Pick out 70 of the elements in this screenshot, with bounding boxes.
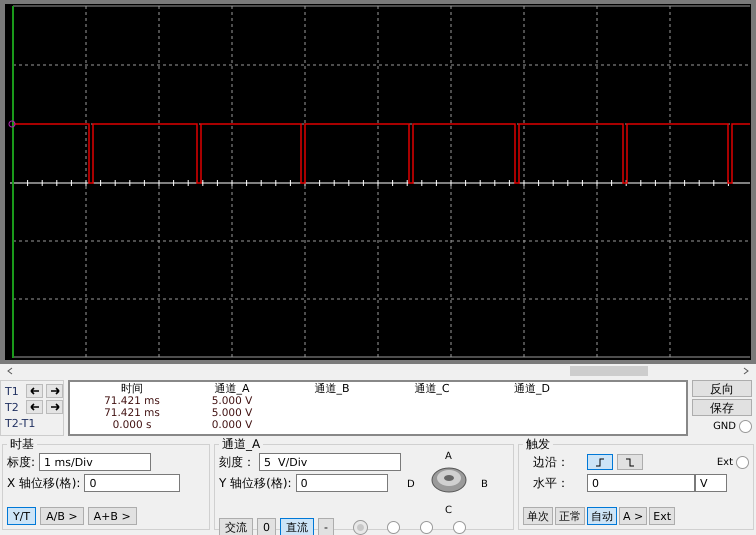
panel-title: 时基	[9, 436, 35, 453]
channel-radio[interactable]	[420, 520, 433, 534]
panel-title: 通道_A	[221, 436, 262, 453]
field-label: 标度:	[7, 454, 36, 470]
knob-label: B	[481, 479, 488, 490]
coupling-button[interactable]: 交流	[219, 518, 253, 535]
table-cell-text: 5.000 V	[210, 395, 254, 407]
left-arrow-icon	[30, 387, 40, 395]
falling-edge-icon	[624, 458, 636, 466]
scroll-left-icon[interactable]	[6, 366, 14, 376]
coupling-button[interactable]: -	[318, 518, 334, 535]
field-label: 水平：	[533, 474, 570, 492]
knob-label: C	[445, 505, 452, 516]
table-cell-text: 0.000 s	[112, 419, 152, 431]
position-field[interactable]: 0	[296, 474, 388, 492]
trigger-mode-button[interactable]: Ext	[649, 507, 676, 525]
left-arrow-icon	[30, 403, 40, 411]
cursor-left-button[interactable]	[26, 384, 43, 398]
table-cell-text: 71.421 ms	[103, 407, 161, 419]
level-field[interactable]: 0	[587, 474, 695, 492]
field-label: 边沿：	[533, 454, 570, 470]
field-label: X 轴位移(格):	[7, 474, 80, 492]
position-field[interactable]: 0	[84, 474, 180, 492]
unit-field[interactable]: V	[695, 474, 727, 492]
mode-button[interactable]: A+B >	[88, 507, 137, 525]
channel-radio[interactable]	[386, 520, 400, 534]
side-button[interactable]: 反向	[692, 380, 752, 397]
edge-button[interactable]	[587, 454, 613, 470]
column-header: 通道_B	[313, 383, 351, 395]
gnd-radio[interactable]	[739, 420, 752, 433]
mode-button[interactable]: A/B >	[40, 507, 84, 525]
mode-button[interactable]: Y/T	[7, 507, 36, 525]
gnd-label: GND	[713, 421, 736, 432]
channel-knob-icon[interactable]	[431, 466, 467, 494]
table-cell-text: 5.000 V	[210, 407, 254, 419]
trigger-mode-button[interactable]: 自动	[587, 507, 617, 525]
column-header: 通道_A	[213, 383, 251, 395]
trigger-mode-button[interactable]: 正常	[555, 507, 585, 525]
panel-title: 触发	[525, 436, 551, 453]
cursor-right-button[interactable]	[46, 400, 63, 414]
coupling-button[interactable]: 0	[257, 518, 276, 535]
ext-radio[interactable]	[736, 456, 749, 468]
table-cell-text: 0.000 V	[210, 419, 254, 431]
ext-label: Ext	[716, 456, 733, 468]
scale-field[interactable]: 1 ms/Div	[39, 453, 152, 471]
cursor-label: T2	[5, 400, 20, 414]
right-arrow-icon	[50, 387, 60, 395]
field-label: Y 轴位移(格):	[219, 474, 292, 492]
right-arrow-icon	[50, 403, 60, 411]
cursor-left-button[interactable]	[26, 400, 43, 414]
trigger-mode-button[interactable]: 单次	[523, 507, 553, 525]
edge-button[interactable]	[617, 454, 643, 470]
scale-field[interactable]: 5 V/Div	[259, 453, 401, 471]
side-button[interactable]: 保存	[692, 399, 752, 416]
table-cell-text: 71.421 ms	[103, 395, 161, 407]
column-header: 时间	[120, 383, 144, 395]
knob-label: D	[407, 479, 415, 490]
channel-radio[interactable]	[452, 520, 466, 534]
rising-edge-icon	[594, 458, 606, 466]
coupling-button[interactable]: 直流	[280, 518, 314, 535]
trigger-mode-button[interactable]: A >	[619, 507, 648, 525]
cursor-label: T1	[5, 384, 20, 398]
cursor-label: T2-T1	[5, 416, 36, 430]
column-header: 通道_C	[413, 383, 451, 395]
column-header: 通道_D	[513, 383, 551, 395]
scrollbar-thumb[interactable]	[570, 366, 648, 376]
scroll-right-icon[interactable]	[742, 366, 750, 376]
knob-label: A	[445, 451, 452, 462]
field-label: 刻度：	[219, 454, 255, 470]
cursor-right-button[interactable]	[46, 384, 63, 398]
